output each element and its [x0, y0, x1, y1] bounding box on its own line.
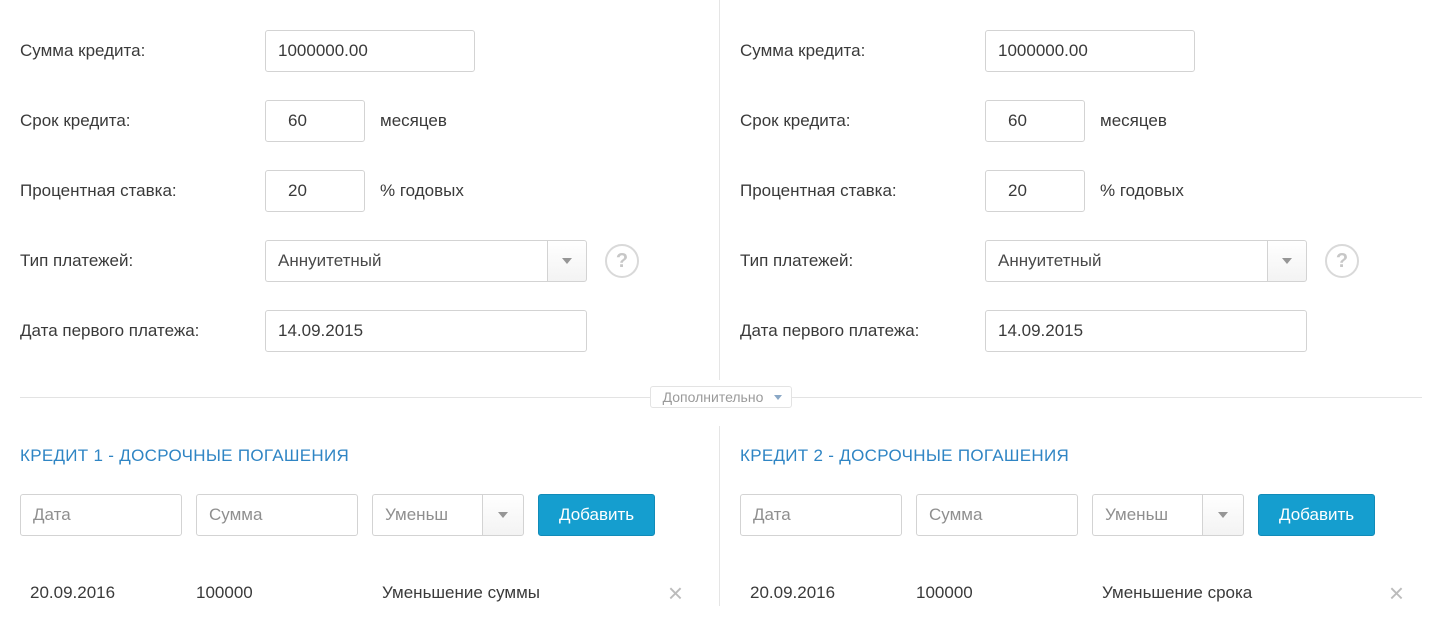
- suffix-months: месяцев: [1100, 111, 1167, 131]
- chevron-down-icon: [1282, 258, 1292, 264]
- row-loan-amount: Сумма кредита:: [740, 30, 1420, 72]
- row-loan-term: Срок кредита: месяцев: [740, 100, 1420, 142]
- input-prepayment-sum[interactable]: [916, 494, 1078, 536]
- label-loan-term: Срок кредита:: [20, 111, 265, 131]
- select-payment-type[interactable]: Аннуитетный: [265, 240, 587, 282]
- section-title-2: КРЕДИТ 2 - ДОСРОЧНЫЕ ПОГАШЕНИЯ: [740, 446, 1420, 466]
- entry-sum: 100000: [916, 583, 1102, 603]
- select-payment-type-toggle[interactable]: [1267, 240, 1307, 282]
- suffix-rate: % годовых: [1100, 181, 1184, 201]
- entry-date: 20.09.2016: [750, 583, 916, 603]
- entry-type: Уменьшение суммы: [382, 583, 662, 603]
- help-icon[interactable]: ?: [605, 244, 639, 278]
- row-payment-type: Тип платежей: Аннуитетный ?: [740, 240, 1420, 282]
- select-payment-type[interactable]: Аннуитетный: [985, 240, 1307, 282]
- input-interest-rate[interactable]: [985, 170, 1085, 212]
- divider-label-text: Дополнительно: [663, 389, 764, 405]
- row-first-payment-date: Дата первого платежа:: [20, 310, 699, 352]
- prepayment-column-2: КРЕДИТ 2 - ДОСРОЧНЫЕ ПОГАШЕНИЯ Уменьш До…: [720, 426, 1440, 606]
- label-first-date: Дата первого платежа:: [20, 321, 265, 341]
- row-loan-amount: Сумма кредита:: [20, 30, 699, 72]
- prepayment-columns: КРЕДИТ 1 - ДОСРОЧНЫЕ ПОГАШЕНИЯ Уменьш До…: [0, 426, 1442, 606]
- suffix-months: месяцев: [380, 111, 447, 131]
- input-loan-term[interactable]: [985, 100, 1085, 142]
- add-row: Уменьш Добавить: [20, 494, 699, 536]
- select-reduce-type-toggle[interactable]: [482, 494, 524, 536]
- input-first-date[interactable]: [265, 310, 587, 352]
- select-payment-type-toggle[interactable]: [547, 240, 587, 282]
- credit-column-1: Сумма кредита: Срок кредита: месяцев Про…: [0, 0, 720, 380]
- chevron-down-icon: [774, 395, 782, 400]
- input-prepayment-date[interactable]: [740, 494, 902, 536]
- prepayment-column-1: КРЕДИТ 1 - ДОСРОЧНЫЕ ПОГАШЕНИЯ Уменьш До…: [0, 426, 720, 606]
- row-interest-rate: Процентная ставка: % годовых: [740, 170, 1420, 212]
- label-interest-rate: Процентная ставка:: [20, 181, 265, 201]
- label-payment-type: Тип платежей:: [20, 251, 265, 271]
- add-button[interactable]: Добавить: [538, 494, 655, 536]
- input-prepayment-date[interactable]: [20, 494, 182, 536]
- select-reduce-type-value[interactable]: Уменьш: [372, 494, 482, 536]
- prepayment-entry: 20.09.2016 100000 Уменьшение суммы ×: [20, 580, 699, 606]
- label-loan-amount: Сумма кредита:: [740, 41, 985, 61]
- label-first-date: Дата первого платежа:: [740, 321, 985, 341]
- form-columns: Сумма кредита: Срок кредита: месяцев Про…: [0, 0, 1442, 380]
- input-first-date[interactable]: [985, 310, 1307, 352]
- prepayment-entry: 20.09.2016 100000 Уменьшение срока ×: [740, 580, 1420, 606]
- chevron-down-icon: [562, 258, 572, 264]
- section-title-1: КРЕДИТ 1 - ДОСРОЧНЫЕ ПОГАШЕНИЯ: [20, 446, 699, 466]
- select-reduce-type[interactable]: Уменьш: [1092, 494, 1244, 536]
- credit-column-2: Сумма кредита: Срок кредита: месяцев Про…: [720, 0, 1440, 380]
- select-reduce-type-toggle[interactable]: [1202, 494, 1244, 536]
- row-payment-type: Тип платежей: Аннуитетный ?: [20, 240, 699, 282]
- label-loan-amount: Сумма кредита:: [20, 41, 265, 61]
- add-row: Уменьш Добавить: [740, 494, 1420, 536]
- select-payment-type-value[interactable]: Аннуитетный: [265, 240, 547, 282]
- help-icon[interactable]: ?: [1325, 244, 1359, 278]
- close-icon[interactable]: ×: [662, 580, 689, 606]
- chevron-down-icon: [1218, 512, 1228, 518]
- label-interest-rate: Процентная ставка:: [740, 181, 985, 201]
- add-button[interactable]: Добавить: [1258, 494, 1375, 536]
- select-reduce-type-value[interactable]: Уменьш: [1092, 494, 1202, 536]
- select-reduce-type[interactable]: Уменьш: [372, 494, 524, 536]
- input-interest-rate[interactable]: [265, 170, 365, 212]
- input-loan-amount[interactable]: [265, 30, 475, 72]
- divider-toggle[interactable]: Дополнительно: [650, 386, 793, 408]
- row-loan-term: Срок кредита: месяцев: [20, 100, 699, 142]
- input-loan-term[interactable]: [265, 100, 365, 142]
- row-first-payment-date: Дата первого платежа:: [740, 310, 1420, 352]
- label-payment-type: Тип платежей:: [740, 251, 985, 271]
- suffix-rate: % годовых: [380, 181, 464, 201]
- chevron-down-icon: [498, 512, 508, 518]
- input-prepayment-sum[interactable]: [196, 494, 358, 536]
- entry-date: 20.09.2016: [30, 583, 196, 603]
- input-loan-amount[interactable]: [985, 30, 1195, 72]
- row-interest-rate: Процентная ставка: % годовых: [20, 170, 699, 212]
- divider: Дополнительно: [0, 386, 1442, 408]
- label-loan-term: Срок кредита:: [740, 111, 985, 131]
- close-icon[interactable]: ×: [1383, 580, 1410, 606]
- entry-type: Уменьшение срока: [1102, 583, 1383, 603]
- entry-sum: 100000: [196, 583, 382, 603]
- select-payment-type-value[interactable]: Аннуитетный: [985, 240, 1267, 282]
